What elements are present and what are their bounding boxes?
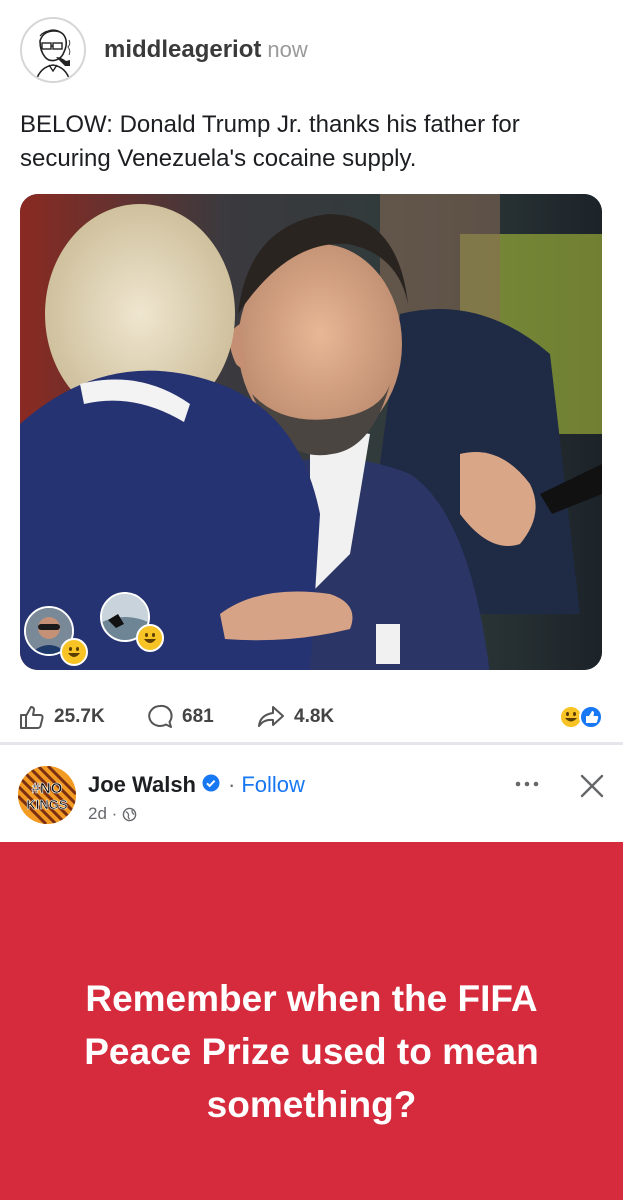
laugh-emoji-icon	[559, 705, 583, 729]
thumbs-up-icon	[20, 706, 44, 729]
post-meta: 2d ·	[88, 804, 137, 824]
share-icon	[258, 706, 284, 727]
text-post-banner[interactable]: Remember when the FIFA Peace Prize used …	[0, 842, 623, 1200]
comment-count: 681	[182, 706, 214, 727]
post-age[interactable]: 2d ·	[88, 804, 117, 824]
banner-text: Remember when the FIFA Peace Prize used …	[84, 978, 539, 1125]
share-button[interactable]: 4.8K	[256, 703, 334, 731]
post-stats: 25.7K 681 4.8K	[0, 692, 623, 742]
post-caption: BELOW: Donald Trump Jr. thanks his fathe…	[20, 111, 520, 172]
close-icon	[580, 774, 604, 798]
author-avatar[interactable]: #NO KINGS	[18, 766, 76, 824]
post-header: middleageriot now	[20, 14, 308, 86]
laugh-emoji-icon	[60, 638, 88, 666]
avatar-text: #NO	[32, 780, 63, 797]
share-count: 4.8K	[294, 706, 335, 727]
author-name[interactable]: middleageriot	[104, 36, 261, 64]
post-time: now	[267, 37, 308, 62]
like-button[interactable]: 25.7K	[18, 703, 105, 731]
post-photo[interactable]	[20, 194, 602, 670]
author-avatar[interactable]	[20, 17, 86, 83]
like-count: 25.7K	[54, 706, 105, 727]
author-name[interactable]: Joe Walsh	[88, 772, 196, 798]
follow-button[interactable]: Follow	[241, 772, 305, 798]
verified-badge-icon	[202, 772, 220, 798]
globe-icon	[122, 807, 137, 822]
comment-icon	[148, 704, 173, 728]
ellipsis-icon	[515, 781, 539, 787]
follow-separator: ·	[228, 772, 236, 797]
post-header: #NO KINGS Joe Walsh · Follow 2d ·	[0, 748, 623, 842]
close-button[interactable]	[574, 768, 610, 804]
more-options-button[interactable]	[512, 774, 542, 794]
reaction-summary[interactable]	[558, 704, 608, 730]
avatar-text: KINGS	[26, 797, 68, 812]
comment-button[interactable]: 681	[146, 703, 214, 731]
feed-divider	[0, 742, 623, 745]
post-middleageriot: middleageriot now BELOW: Donald Trump Jr…	[0, 0, 623, 740]
laugh-emoji-icon	[136, 624, 164, 652]
author-line: Joe Walsh · Follow	[88, 772, 305, 798]
